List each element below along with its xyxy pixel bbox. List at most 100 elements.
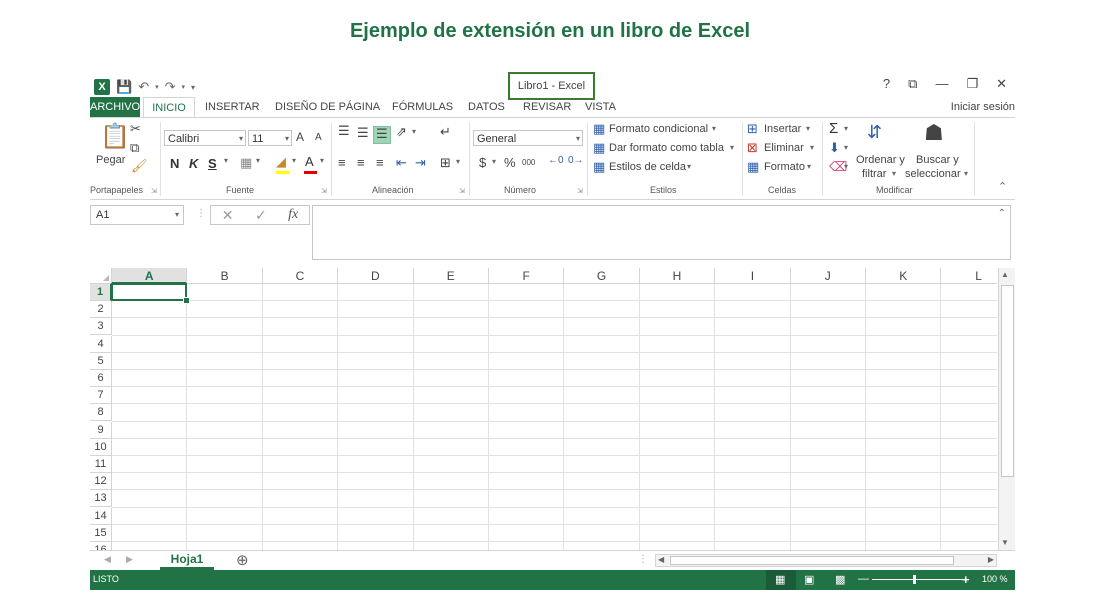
row-header-1[interactable]: 1 xyxy=(90,284,112,301)
active-cell-a1[interactable] xyxy=(111,283,188,302)
autosum-button[interactable]: Σ xyxy=(829,120,838,137)
scroll-up-icon[interactable]: ▲ xyxy=(1001,270,1009,279)
row-header-13[interactable]: 13 xyxy=(90,490,112,508)
currency-dropdown-icon[interactable]: ▾ xyxy=(492,157,496,166)
sort-dropdown-icon[interactable]: ▾ xyxy=(892,169,896,178)
clipboard-launcher-icon[interactable]: ⇲ xyxy=(151,187,157,195)
column-header-a[interactable]: A xyxy=(112,268,188,284)
align-middle-icon[interactable]: ☰ xyxy=(357,125,369,141)
row-header-12[interactable]: 12 xyxy=(90,473,112,491)
wrap-text-icon[interactable]: ↵ xyxy=(440,124,451,140)
delete-dropdown-icon[interactable]: ▾ xyxy=(810,143,814,152)
select-all-corner[interactable]: ◢ xyxy=(90,268,112,284)
row-header-9[interactable]: 9 xyxy=(90,421,112,439)
conditional-format-icon[interactable]: ▦ xyxy=(593,121,605,137)
close-button[interactable]: ✕ xyxy=(996,76,1007,92)
row-header-16[interactable]: 16 xyxy=(90,542,112,550)
autosum-dropdown-icon[interactable]: ▾ xyxy=(844,124,848,133)
enter-formula-button[interactable]: ✓ xyxy=(255,207,267,224)
tab-vista[interactable]: VISTA xyxy=(585,97,616,117)
fill-handle[interactable] xyxy=(183,297,191,305)
insert-function-button[interactable]: fx xyxy=(288,207,298,223)
cell-styles-icon[interactable]: ▦ xyxy=(593,159,605,175)
alignment-launcher-icon[interactable]: ⇲ xyxy=(459,187,465,195)
find-select-label-1[interactable]: Buscar y xyxy=(916,154,959,166)
insert-dropdown-icon[interactable]: ▾ xyxy=(806,124,810,133)
conditional-dropdown-icon[interactable]: ▾ xyxy=(712,124,716,133)
conditional-format-button[interactable]: Formato condicional xyxy=(609,123,708,135)
decrease-indent-icon[interactable]: ⇤ xyxy=(396,155,407,171)
orientation-dropdown-icon[interactable]: ▾ xyxy=(412,127,416,136)
insert-cells-button[interactable]: Insertar xyxy=(764,123,801,135)
format-as-table-icon[interactable]: ▦ xyxy=(593,140,605,156)
column-header-k[interactable]: K xyxy=(866,268,942,284)
zoom-slider-thumb[interactable] xyxy=(913,575,916,584)
align-center-icon[interactable]: ≡ xyxy=(357,155,365,170)
column-header-h[interactable]: H xyxy=(639,268,716,284)
borders-icon[interactable]: ▦ xyxy=(240,155,252,171)
zoom-in-button[interactable]: + xyxy=(962,572,970,587)
column-header-b[interactable]: B xyxy=(187,268,263,284)
clear-dropdown-icon[interactable]: ▾ xyxy=(844,162,848,171)
fill-color-icon[interactable]: ◢ xyxy=(276,154,286,170)
tab-inicio[interactable]: INICIO xyxy=(143,97,195,119)
row-header-5[interactable]: 5 xyxy=(90,352,112,370)
increase-indent-icon[interactable]: ⇥ xyxy=(415,155,426,171)
column-header-d[interactable]: D xyxy=(338,268,414,284)
restore-button[interactable]: ❐ xyxy=(966,76,978,92)
column-header-j[interactable]: J xyxy=(790,268,866,284)
column-header-l[interactable]: L xyxy=(941,268,997,284)
sort-filter-icon[interactable]: ⇵ xyxy=(867,122,882,143)
worksheet-grid[interactable]: ◢ A B C D E F G H I J K L 1 2 3 4 5 6 7 8 9 10 11 12 13 14 15 16 xyxy=(90,268,997,550)
column-header-g[interactable]: G xyxy=(564,268,640,284)
font-name-combo[interactable]: Calibri ▾ xyxy=(164,130,246,146)
format-dropdown-icon[interactable]: ▾ xyxy=(807,162,811,171)
tab-revisar[interactable]: REVISAR xyxy=(523,97,571,117)
find-binoculars-icon[interactable]: ☗ xyxy=(924,120,944,146)
table-dropdown-icon[interactable]: ▾ xyxy=(730,143,734,152)
borders-dropdown-icon[interactable]: ▾ xyxy=(256,156,260,165)
align-left-icon[interactable]: ≡ xyxy=(338,155,346,170)
row-header-4[interactable]: 4 xyxy=(90,335,112,353)
underline-button[interactable]: S xyxy=(208,156,217,171)
delete-cells-button[interactable]: Eliminar xyxy=(764,142,804,154)
font-color-dropdown-icon[interactable]: ▾ xyxy=(320,156,324,165)
redo-dropdown-icon[interactable]: ▾ xyxy=(182,83,186,91)
orientation-icon[interactable]: ⇗ xyxy=(396,124,407,140)
page-break-view-icon[interactable]: ▩ xyxy=(835,573,845,586)
format-cells-icon[interactable]: ▦ xyxy=(747,159,759,175)
font-size-combo[interactable]: 11 ▾ xyxy=(248,130,292,146)
currency-button[interactable]: $ xyxy=(479,155,486,170)
name-box[interactable]: A1 ▾ xyxy=(90,205,184,225)
prev-sheet-icon[interactable]: ◀ xyxy=(104,554,111,565)
italic-button[interactable]: K xyxy=(189,156,198,171)
format-painter-icon[interactable]: 🖌 xyxy=(131,158,148,174)
format-cells-button[interactable]: Formato xyxy=(764,161,805,173)
decrease-decimal-icon[interactable]: 0→ xyxy=(568,155,584,166)
sheet-tab-hoja1[interactable]: Hoja1 xyxy=(160,551,214,570)
tab-datos[interactable]: DATOS xyxy=(468,97,505,117)
row-header-14[interactable]: 14 xyxy=(90,507,112,525)
find-dropdown-icon[interactable]: ▾ xyxy=(964,169,968,178)
scroll-left-icon[interactable]: ◀ xyxy=(658,555,664,564)
normal-view-button-selected[interactable]: ▦ xyxy=(766,570,796,590)
row-header-8[interactable]: 8 xyxy=(90,404,112,422)
tab-diseno-de-pagina[interactable]: DISEÑO DE PÁGINA xyxy=(275,97,380,117)
column-header-e[interactable]: E xyxy=(413,268,489,284)
row-header-2[interactable]: 2 xyxy=(90,301,112,319)
paste-button[interactable]: Pegar xyxy=(96,154,125,166)
ribbon-display-options-icon[interactable]: ⧉ xyxy=(908,76,917,92)
merge-center-icon[interactable]: ⊞ xyxy=(440,155,451,171)
shrink-font-button[interactable]: A xyxy=(315,132,322,143)
sign-in-link[interactable]: Iniciar sesión xyxy=(951,97,1015,117)
customize-qat-icon[interactable]: ▾ xyxy=(191,83,195,92)
vertical-scrollbar[interactable]: ▲ ▼ xyxy=(998,268,1015,550)
collapse-ribbon-icon[interactable]: ⌃ xyxy=(998,180,1007,193)
column-header-c[interactable]: C xyxy=(262,268,339,284)
new-sheet-icon[interactable]: ⊕ xyxy=(236,551,249,569)
row-header-3[interactable]: 3 xyxy=(90,318,112,336)
row-header-15[interactable]: 15 xyxy=(90,524,112,542)
scroll-right-icon[interactable]: ▶ xyxy=(988,555,994,564)
format-as-table-button[interactable]: Dar formato como tabla xyxy=(609,142,724,154)
thousands-separator-button[interactable]: 000 xyxy=(522,158,535,167)
